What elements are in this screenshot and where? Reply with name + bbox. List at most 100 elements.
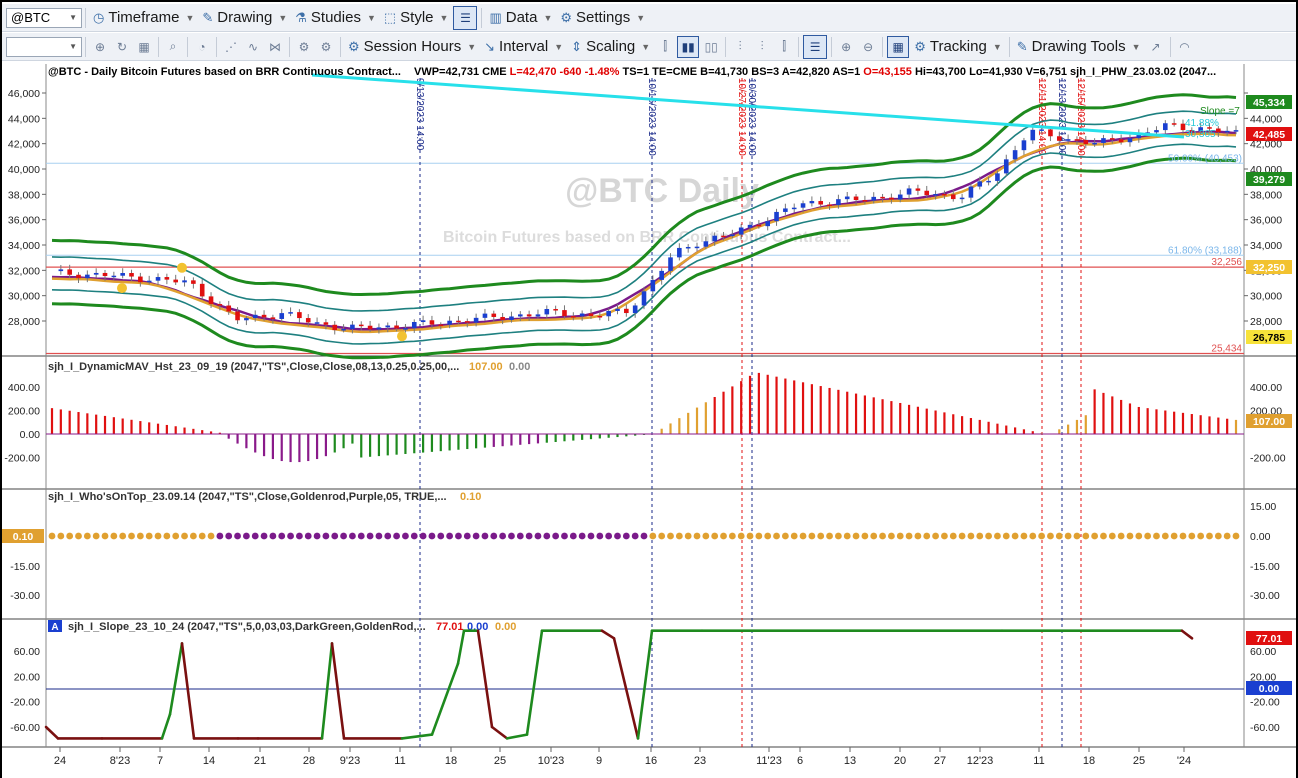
candle-body[interactable] xyxy=(491,313,497,317)
candle-body[interactable] xyxy=(464,321,470,323)
candle-body[interactable] xyxy=(615,308,620,311)
candle-body[interactable] xyxy=(844,196,850,200)
bar-chart-button[interactable]: ⫿ xyxy=(655,37,675,57)
candle-body[interactable] xyxy=(323,322,329,325)
candle-body[interactable] xyxy=(199,283,205,297)
candle-body[interactable] xyxy=(102,272,108,277)
hlc-button[interactable]: ⫶ xyxy=(752,37,772,57)
candle-body[interactable] xyxy=(809,201,815,204)
candle-body[interactable] xyxy=(756,224,762,227)
candle-body[interactable] xyxy=(606,310,611,317)
grid-button[interactable]: ▦ xyxy=(134,37,154,57)
candle-body[interactable] xyxy=(721,235,726,238)
candle-body[interactable] xyxy=(827,204,832,206)
candle-body[interactable] xyxy=(588,313,594,317)
candle-body[interactable] xyxy=(482,313,488,318)
candle-body[interactable] xyxy=(1109,138,1115,140)
candle-body[interactable] xyxy=(367,325,373,330)
format-button[interactable]: ⚙ xyxy=(294,37,314,57)
candle-body[interactable] xyxy=(146,280,152,283)
drawing-menu[interactable]: ✎ Drawing ▼ xyxy=(198,6,291,30)
candle-body[interactable] xyxy=(473,317,479,323)
candle-body[interactable] xyxy=(376,327,382,330)
candle-body[interactable] xyxy=(500,316,505,320)
candle-body[interactable] xyxy=(164,277,170,280)
candle-body[interactable] xyxy=(385,325,391,328)
candle-body[interactable] xyxy=(394,325,399,329)
candle-body[interactable] xyxy=(977,181,983,187)
candle-body[interactable] xyxy=(1092,142,1097,145)
candle-body[interactable] xyxy=(624,308,629,314)
candle-body[interactable] xyxy=(129,273,134,277)
candle-body[interactable] xyxy=(85,274,90,279)
candle-body[interactable] xyxy=(694,246,700,249)
candle-body[interactable] xyxy=(738,227,744,235)
candle-body[interactable] xyxy=(597,316,603,318)
candle-body[interactable] xyxy=(632,305,638,314)
candle-body[interactable] xyxy=(871,196,877,201)
chart-area[interactable]: @BTC Daily Bitcoin Futures based on BRR … xyxy=(2,64,1296,778)
candle-body[interactable] xyxy=(403,328,408,330)
candle-body[interactable] xyxy=(341,328,346,331)
candle-body[interactable] xyxy=(517,314,523,317)
zoom-out-button[interactable]: ⊖ xyxy=(858,37,878,57)
candle-body[interactable] xyxy=(924,190,930,196)
trend-tool-button[interactable]: ↗ xyxy=(1146,37,1166,57)
candle-body[interactable] xyxy=(986,180,991,183)
candle-body[interactable] xyxy=(641,291,647,306)
candle-body[interactable] xyxy=(1127,138,1133,143)
candle-body[interactable] xyxy=(915,188,921,191)
candle-body[interactable] xyxy=(571,316,576,318)
candle-body[interactable] xyxy=(836,199,841,206)
pattern-tool-button[interactable]: ⋈ xyxy=(265,37,285,57)
candle-body[interactable] xyxy=(173,279,179,283)
candle-body[interactable] xyxy=(244,318,249,321)
candle-body[interactable] xyxy=(650,279,656,292)
candle-body[interactable] xyxy=(1048,129,1053,137)
candle-body[interactable] xyxy=(270,317,276,319)
candle-body[interactable] xyxy=(191,280,196,284)
candle-body[interactable] xyxy=(138,276,143,283)
zoom-in-button[interactable]: ⊕ xyxy=(836,37,856,57)
zoom-select-button[interactable]: ⌕ xyxy=(163,37,183,57)
candle-body[interactable] xyxy=(411,322,417,329)
candle-body[interactable] xyxy=(111,275,117,278)
candle-body[interactable] xyxy=(1065,139,1071,141)
candle-body[interactable] xyxy=(950,194,956,200)
candle-body[interactable] xyxy=(1030,129,1036,141)
candle-body[interactable] xyxy=(1163,123,1168,131)
style-menu[interactable]: ⬚ Style ▼ xyxy=(380,6,453,30)
candle-body[interactable] xyxy=(712,235,717,242)
candle-body[interactable] xyxy=(67,269,72,275)
candle-body[interactable] xyxy=(659,270,664,280)
candle-body[interactable] xyxy=(314,322,320,324)
symbol-input[interactable]: @BTC ▼ xyxy=(6,7,82,28)
candle-body[interactable] xyxy=(456,320,461,323)
candle-body[interactable] xyxy=(685,246,691,249)
candle-body[interactable] xyxy=(906,188,912,195)
ohlc-button[interactable]: ⫶ xyxy=(730,37,750,57)
panel-toggle-button[interactable]: ☰ xyxy=(803,34,828,59)
candle-body[interactable] xyxy=(677,247,682,258)
timeframe-menu[interactable]: ◷ Timeframe ▼ xyxy=(89,6,198,30)
candle-body[interactable] xyxy=(968,186,974,198)
candle-body[interactable] xyxy=(509,316,514,320)
candle-body[interactable] xyxy=(1224,130,1230,133)
candle-body[interactable] xyxy=(553,309,558,311)
candle-body[interactable] xyxy=(783,208,788,212)
candle-body[interactable] xyxy=(1074,139,1080,141)
session-hours-menu[interactable]: ⚙ Session Hours ▼ xyxy=(344,35,480,59)
candle-body[interactable] xyxy=(447,320,452,325)
candle-body[interactable] xyxy=(420,320,426,323)
wave-tool-button[interactable]: ∿ xyxy=(243,37,263,57)
candle-body[interactable] xyxy=(155,277,161,281)
volume-button[interactable]: ⫿ xyxy=(774,37,794,57)
candle-body[interactable] xyxy=(933,193,938,196)
candle-body[interactable] xyxy=(208,296,214,305)
analysis-button[interactable]: ◠ xyxy=(1175,37,1195,57)
candle-body[interactable] xyxy=(959,197,965,200)
candle-body[interactable] xyxy=(252,314,258,319)
studies-menu[interactable]: ⚗ Studies ▼ xyxy=(291,6,380,30)
candle-body[interactable] xyxy=(76,274,81,279)
candle-body[interactable] xyxy=(58,269,64,272)
